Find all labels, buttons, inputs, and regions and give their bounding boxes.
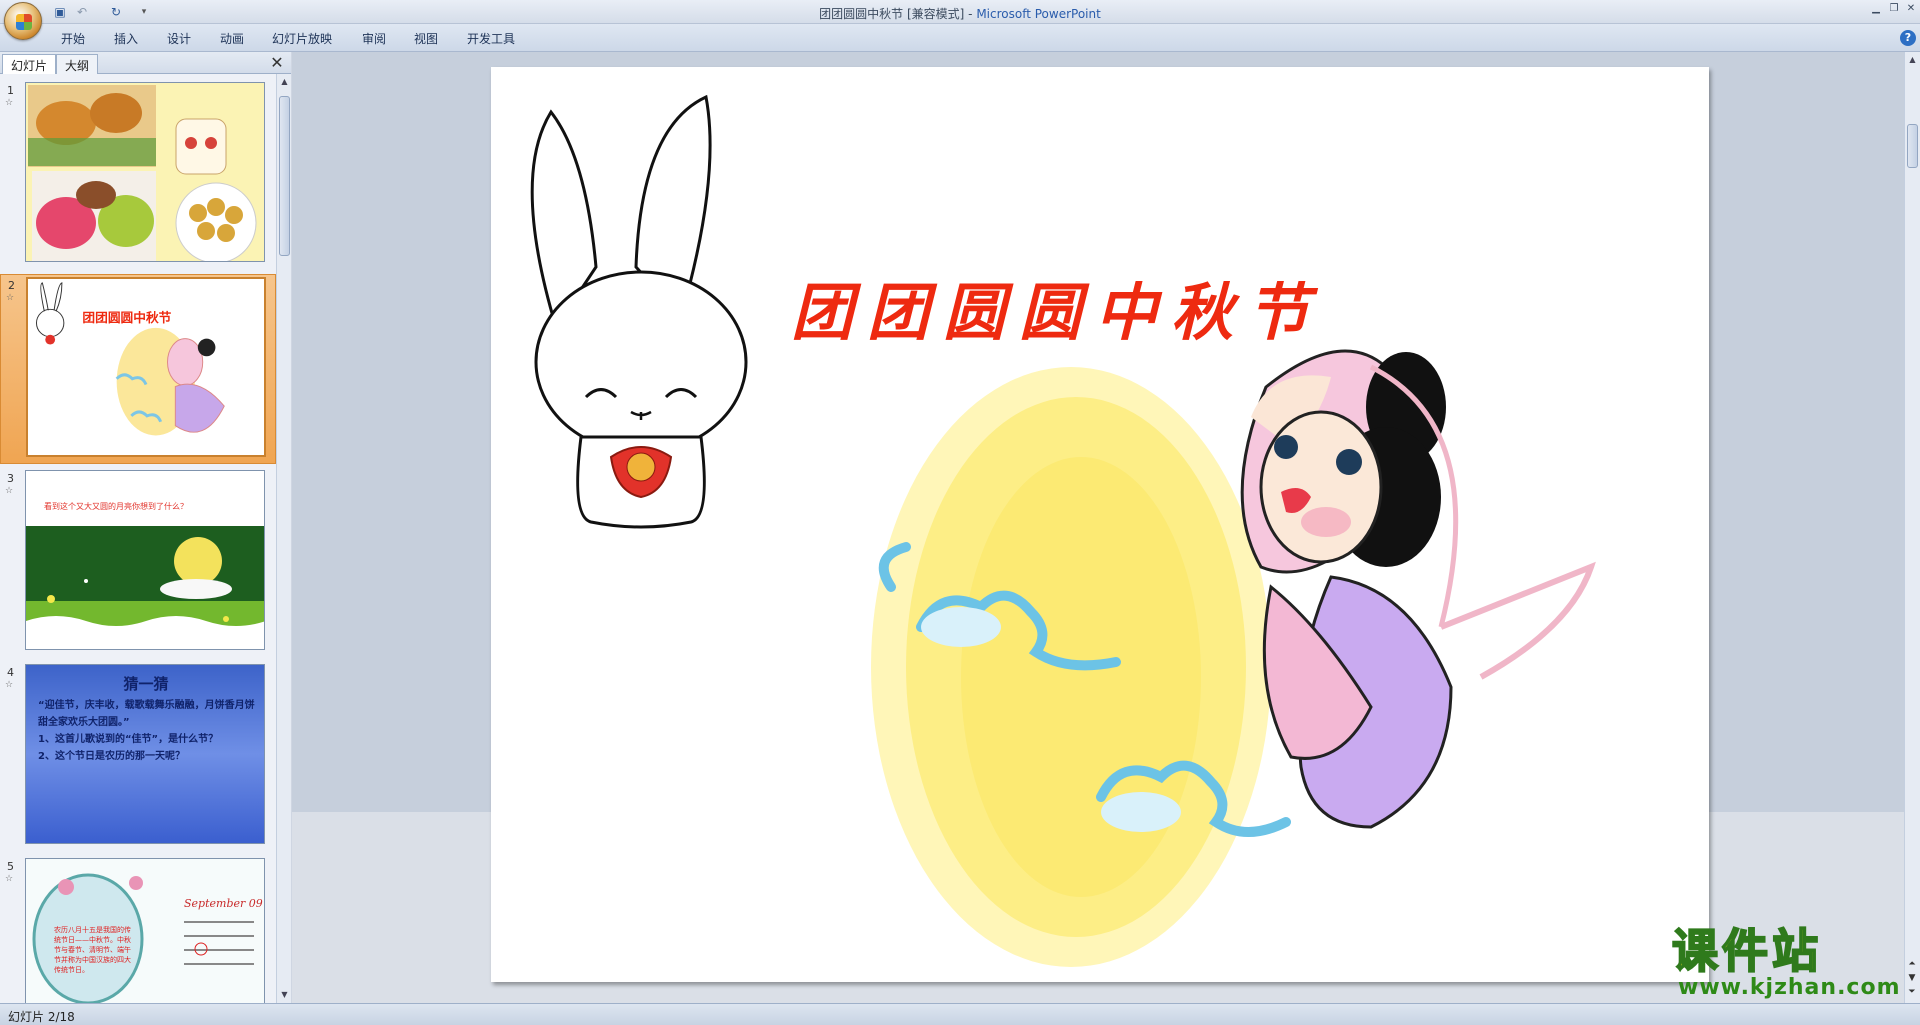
tab-insert[interactable]: 插入	[114, 30, 138, 47]
scroll-down-icon[interactable]: ▼	[279, 989, 290, 1001]
slide-1-picture	[26, 83, 264, 261]
slide-number: 3	[7, 472, 14, 485]
close-button[interactable]: ✕	[1903, 2, 1919, 16]
tab-outline[interactable]: 大纲	[56, 54, 99, 74]
thumbnail-list: 1 ☆ 2 ☆ 团团圆圆中秋节 3 ☆ 看到这个又大又圆的月亮你想到了什么？ 4…	[0, 74, 276, 1003]
maximize-button[interactable]: ❐	[1886, 2, 1902, 16]
thumb-text: 农历八月十五是我国的传统节日——中秋节。中秋节与春节、清明节、端午节并称为中国汉…	[54, 926, 131, 974]
slide-thumbnail: 猜一猜 “迎佳节，庆丰收，载歌载舞乐融融，月饼香月饼甜全家欢乐大团圆。” 1、这…	[25, 664, 265, 844]
thumb-body: “迎佳节，庆丰收，载歌载舞乐融融，月饼香月饼甜全家欢乐大团圆。” 1、这首儿歌说…	[38, 697, 260, 765]
slide-thumbnail: 看到这个又大又圆的月亮你想到了什么？	[25, 470, 265, 650]
scroll-up-icon[interactable]: ▲	[279, 76, 290, 88]
minimize-button[interactable]: ▁	[1868, 2, 1884, 16]
thumb-line: “迎佳节，庆丰收，载歌载舞乐融融，月饼香月饼甜全家欢乐大团圆。”	[38, 700, 255, 728]
slide-title[interactable]: 团团圆圆中秋节	[791, 262, 1411, 352]
tab-design[interactable]: 设计	[167, 30, 191, 47]
slide-thumbnail: September 09 农历八月十五是我国的传统节日——中秋节。中秋节与春节、…	[25, 858, 265, 1003]
slide-thumbnail	[25, 82, 265, 262]
tab-developer[interactable]: 开发工具	[467, 30, 515, 47]
animation-star-icon: ☆	[5, 486, 14, 496]
slide-illustration	[530, 94, 1596, 967]
slide-scrollbar[interactable]: ▲	[1904, 52, 1920, 1003]
slide-thumb-1[interactable]: 1 ☆	[0, 80, 276, 270]
slide-number: 4	[7, 666, 14, 679]
watermark-logo: 课件站 www.kjzhan.com	[1668, 924, 1904, 1003]
thumb-line: 2、这个节日是农历的那一天呢？	[38, 751, 185, 762]
scroll-thumb[interactable]	[279, 96, 290, 256]
slide-count: 幻灯片 2/18	[8, 1010, 75, 1024]
title-bar: ▣ ↶ ↻ ▾ 团团圆圆中秋节 [兼容模式] - Microsoft Power…	[0, 0, 1920, 40]
animation-star-icon: ☆	[5, 98, 14, 108]
watermark-text: 课件站	[1671, 924, 1822, 978]
window-title: 团团圆圆中秋节 [兼容模式] - Microsoft PowerPoint	[0, 5, 1920, 22]
tab-home[interactable]: 开始	[61, 30, 85, 47]
slide-2-picture: 团团圆圆中秋节	[28, 279, 264, 455]
previous-slide-icon[interactable]: ⏶	[1906, 958, 1918, 970]
tab-slideshow[interactable]: 幻灯片放映	[272, 30, 332, 47]
pane-tabs: 幻灯片 大纲 ✕	[0, 52, 291, 74]
animation-star-icon: ☆	[5, 680, 14, 690]
office-button[interactable]	[4, 2, 42, 40]
next-slide-icon[interactable]: ⏷	[1906, 986, 1918, 998]
slide-thumb-5[interactable]: 5 ☆ September 09 农历八月十五是我国的传统节日——中秋节。中秋节…	[0, 856, 276, 1003]
help-icon[interactable]: ?	[1900, 30, 1916, 46]
title-separator: -	[964, 7, 977, 21]
animation-star-icon: ☆	[5, 874, 14, 884]
thumb-title: 团团圆圆中秋节	[82, 310, 171, 325]
current-slide[interactable]: 团团圆圆中秋节	[491, 67, 1709, 982]
scroll-thumb[interactable]	[1907, 124, 1918, 168]
watermark-url: www.kjzhan.com	[1678, 975, 1901, 1000]
slide-number: 1	[7, 84, 14, 97]
tab-review[interactable]: 审阅	[362, 30, 386, 47]
slide-thumb-2[interactable]: 2 ☆ 团团圆圆中秋节	[0, 274, 276, 464]
thumb-line: 1、这首儿歌说到的“佳节”，是什么节？	[38, 734, 219, 745]
slide-thumb-3[interactable]: 3 ☆ 看到这个又大又圆的月亮你想到了什么？	[0, 468, 276, 658]
slide-number: 2	[8, 279, 15, 292]
slide-3-picture: 看到这个又大又圆的月亮你想到了什么？	[26, 471, 264, 649]
tab-view[interactable]: 视图	[414, 30, 438, 47]
slides-pane: 幻灯片 大纲 ✕ 1 ☆ 2 ☆ 团团圆圆中秋节 3 ☆ 看到这个又大又圆的月亮…	[0, 52, 291, 1003]
document-name: 团团圆圆中秋节 [兼容模式]	[819, 7, 965, 21]
thumb-title: 猜一猜	[123, 675, 169, 693]
thumbnail-scrollbar[interactable]: ▲ ▼	[276, 74, 291, 1003]
close-pane-icon[interactable]: ✕	[268, 54, 286, 72]
thumb-month: September 09	[184, 897, 263, 910]
slide-number: 5	[7, 860, 14, 873]
animation-star-icon: ☆	[6, 293, 15, 303]
tab-animation[interactable]: 动画	[220, 30, 244, 47]
status-bar: 幻灯片 2/18	[0, 1003, 1920, 1025]
slide-thumb-4[interactable]: 4 ☆ 猜一猜 “迎佳节，庆丰收，载歌载舞乐融融，月饼香月饼甜全家欢乐大团圆。”…	[0, 662, 276, 852]
tab-slides[interactable]: 幻灯片	[2, 54, 57, 74]
slide-thumbnail: 团团圆圆中秋节	[26, 277, 266, 457]
app-name: Microsoft PowerPoint	[976, 7, 1101, 21]
ribbon-tabs: 开始 插入 设计 动画 幻灯片放映 审阅 视图 开发工具 ?	[0, 24, 1920, 52]
thumb-text: 看到这个又大又圆的月亮你想到了什么？	[44, 501, 188, 511]
scroll-down-icon[interactable]: ▼	[1906, 972, 1918, 984]
slide-editing-area: 团团圆圆中秋节	[292, 52, 1904, 1003]
scroll-up-icon[interactable]: ▲	[1907, 54, 1918, 66]
